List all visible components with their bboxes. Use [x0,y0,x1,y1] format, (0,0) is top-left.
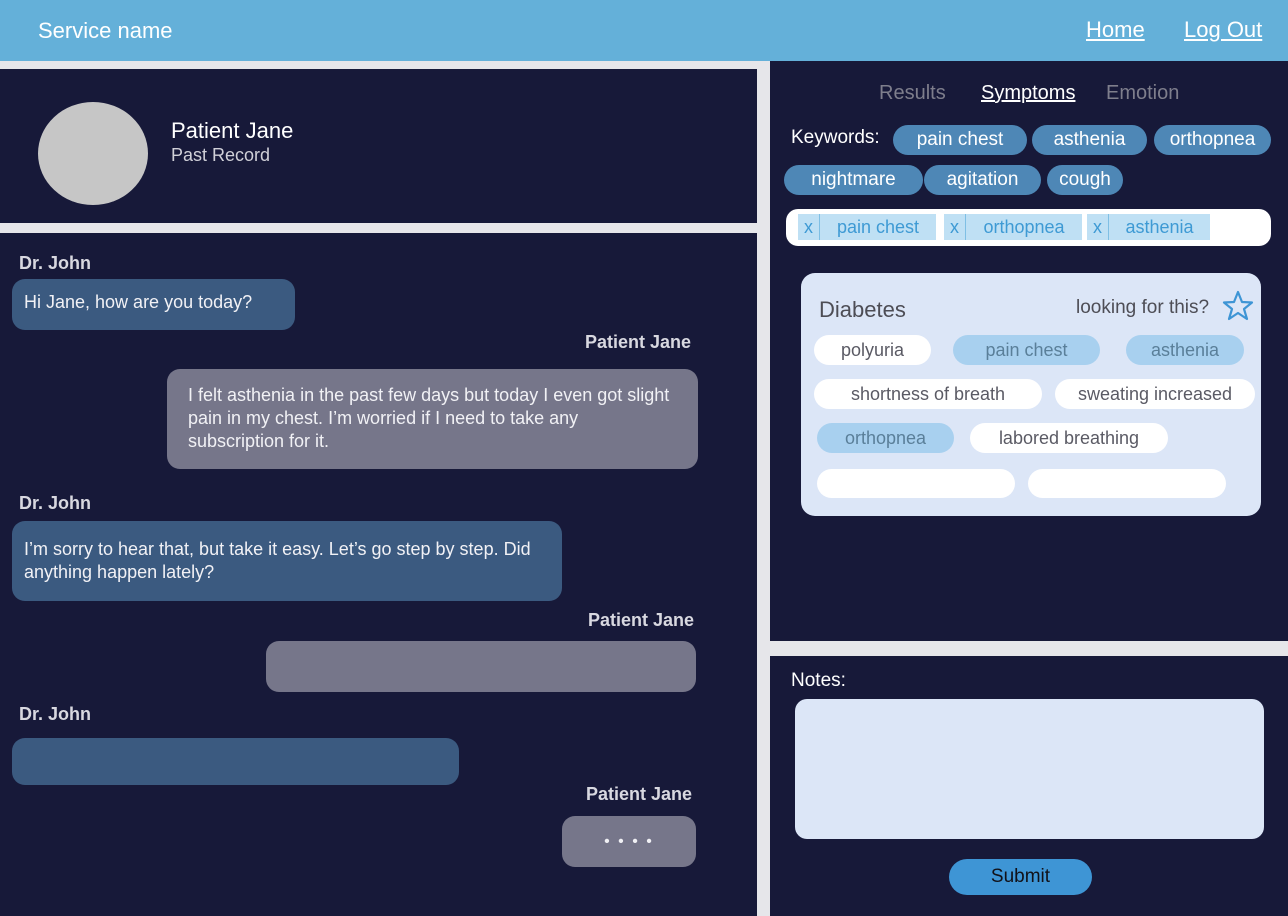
message-text: Hi Jane, how are you today? [24,292,253,312]
keyword-chip[interactable]: orthopnea [1154,125,1271,155]
typing-indicator-bubble: • • • • [562,816,696,867]
tag-label: pain chest [836,217,920,237]
symptom-pill[interactable]: shortness of breath [814,379,1042,409]
tag-label: orthopnea [983,217,1065,237]
selected-keyword-tag: x orthopnea [944,214,1082,240]
patient-name: Patient Jane [171,118,294,143]
message-sender: Dr. John [19,493,92,513]
looking-for-this-label: looking for this? [1076,297,1210,318]
keyword-chip[interactable]: cough [1047,165,1123,195]
doctor-message-bubble [12,738,459,785]
condition-name: Diabetes [819,297,906,322]
symptom-pill-empty[interactable] [817,469,1015,498]
service-name: Service name [38,18,173,43]
doctor-message-bubble: I’m sorry to hear that, but take it easy… [12,521,562,601]
remove-tag-button[interactable]: x [798,214,820,240]
remove-tag-button[interactable]: x [944,214,966,240]
symptom-pill-matched[interactable]: orthopnea [817,423,954,453]
logout-link[interactable]: Log Out [1184,17,1262,43]
tab-results[interactable]: Results [879,82,946,105]
symptom-pill[interactable]: polyuria [814,335,931,365]
remove-tag-button[interactable]: x [1087,214,1109,240]
message-text: I’m sorry to hear that, but take it easy… [24,539,531,582]
patient-message-bubble [266,641,696,692]
symptom-pill[interactable]: sweating increased [1055,379,1255,409]
message-sender: Patient Jane [585,332,692,352]
message-text: I felt asthenia in the past few days but… [188,385,670,451]
keyword-chip[interactable]: asthenia [1032,125,1147,155]
keyword-chip[interactable]: pain chest [893,125,1027,155]
symptom-pill[interactable]: labored breathing [970,423,1168,453]
home-link[interactable]: Home [1086,17,1145,43]
message-sender: Dr. John [19,704,92,724]
selected-keyword-tag: x pain chest [798,214,936,240]
symptom-pill-empty[interactable] [1028,469,1226,498]
tab-symptoms[interactable]: Symptoms [981,82,1075,105]
top-bar: Service name Home Log Out [0,0,1288,61]
condition-suggestion-card: Diabetes looking for this? polyuria pain… [801,273,1261,516]
doctor-message-bubble: Hi Jane, how are you today? [12,279,295,330]
notes-panel: Notes: Submit [770,656,1288,916]
message-sender: Patient Jane [588,610,695,630]
symptom-pill-matched[interactable]: pain chest [953,335,1100,365]
keyword-chip[interactable]: agitation [924,165,1041,195]
keywords-label: Keywords: [791,127,880,148]
patient-message-bubble: I felt asthenia in the past few days but… [167,369,698,469]
submit-button[interactable]: Submit [949,859,1092,895]
tag-label: asthenia [1125,217,1194,237]
message-sender: Dr. John [19,253,92,273]
chat-panel: Dr. John Hi Jane, how are you today? Pat… [0,233,757,916]
symptoms-panel: Results Symptoms Emotion Keywords: pain … [770,61,1288,641]
star-outline-icon[interactable] [1222,290,1254,322]
symptom-pill-matched[interactable]: asthenia [1126,335,1244,365]
notes-textarea[interactable] [795,699,1264,839]
message-sender: Patient Jane [586,784,693,804]
avatar [38,102,148,205]
keyword-chip[interactable]: nightmare [784,165,923,195]
notes-label: Notes: [791,670,846,691]
tab-emotion[interactable]: Emotion [1106,82,1179,105]
selected-keywords-bar[interactable]: x pain chest x orthopnea x asthenia [786,209,1271,246]
selected-keyword-tag: x asthenia [1087,214,1210,240]
past-record-link[interactable]: Past Record [171,145,270,166]
typing-dots: • • • • [604,833,654,850]
patient-header-panel: Patient Jane Past Record [0,69,757,223]
